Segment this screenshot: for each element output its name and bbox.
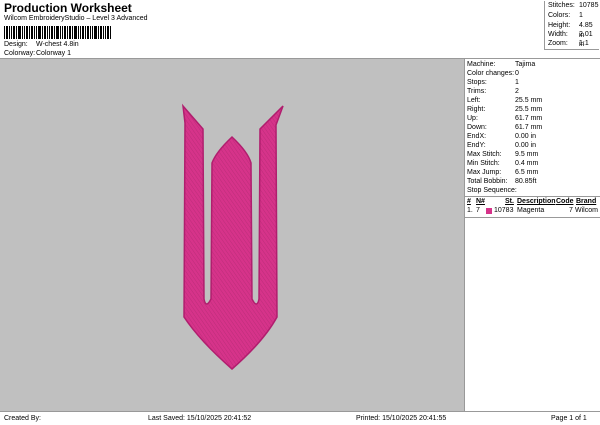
colorway-name: Colorway 1 <box>36 50 72 57</box>
thread-color-swatch <box>486 208 492 214</box>
barcode <box>4 26 111 39</box>
page-title: Production Worksheet <box>4 1 132 15</box>
stats-box: Stitches: 10785 Colors: 1 Height: 4.85 in W… <box>544 1 599 50</box>
sequence-row: 1. 7 10783 Magenta 7 Wilcom <box>467 207 598 214</box>
stat-row: Colors: 1 <box>548 12 583 19</box>
stat-row: Stitches: 10785 <box>548 2 599 9</box>
software-subtitle: Wilcom EmbroideryStudio – Level 3 Advanc… <box>4 15 148 22</box>
page-number: Page 1 of 1 <box>551 415 587 422</box>
design-label: Design: <box>4 41 28 48</box>
divider <box>465 217 600 218</box>
design-preview-canvas <box>0 59 465 411</box>
colorway-label: Colorway: <box>4 50 36 57</box>
design-name: W-chest 4.8in <box>36 41 79 48</box>
letter-w-embroidery <box>181 103 284 370</box>
printed-date: Printed: 15/10/2025 20:41:55 <box>356 415 447 422</box>
stop-sequence-title: Stop Sequence: <box>467 187 517 194</box>
machine-info-panel: Machine: Tajima Color changes: 0 Stops: 1 T… <box>465 59 600 411</box>
stat-row: Zoom: 1:1 <box>548 40 589 47</box>
design-shape <box>181 103 284 370</box>
created-by: Created By: <box>4 415 41 422</box>
last-saved: Last Saved: 15/10/2025 20:41:52 <box>148 415 252 422</box>
page-footer: Created By: Last Saved: 15/10/2025 20:41… <box>0 411 600 425</box>
